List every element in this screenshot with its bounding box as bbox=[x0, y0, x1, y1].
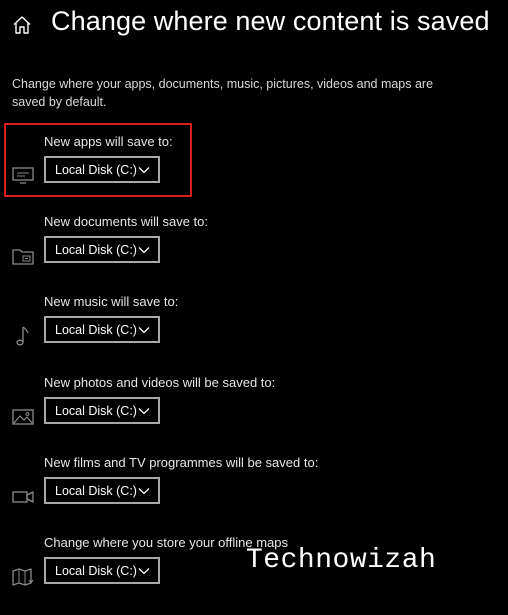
documents-location-dropdown[interactable]: Local Disk (C:) bbox=[44, 236, 160, 263]
watermark: Technowizah bbox=[246, 545, 437, 576]
chevron-down-icon bbox=[138, 327, 150, 334]
photo-icon bbox=[12, 409, 34, 425]
setting-music: New music will save to: Local Disk (C:) bbox=[0, 294, 508, 374]
photos-location-value: Local Disk (C:) bbox=[55, 404, 137, 418]
setting-films: New films and TV programmes will be save… bbox=[0, 455, 508, 535]
apps-location-dropdown[interactable]: Local Disk (C:) bbox=[44, 156, 160, 183]
setting-documents: New documents will save to: Local Disk (… bbox=[0, 214, 508, 294]
apps-location-value: Local Disk (C:) bbox=[55, 163, 137, 177]
home-icon[interactable] bbox=[11, 14, 33, 36]
music-location-dropdown[interactable]: Local Disk (C:) bbox=[44, 316, 160, 343]
music-note-icon bbox=[16, 326, 29, 346]
page-description: Change where your apps, documents, music… bbox=[12, 77, 434, 109]
maps-location-dropdown[interactable]: Local Disk (C:) bbox=[44, 557, 160, 584]
setting-music-label: New music will save to: bbox=[44, 294, 179, 309]
films-location-dropdown[interactable]: Local Disk (C:) bbox=[44, 477, 160, 504]
video-camera-icon bbox=[12, 491, 34, 503]
chevron-down-icon bbox=[138, 247, 150, 254]
chevron-down-icon bbox=[138, 167, 150, 174]
documents-location-value: Local Disk (C:) bbox=[55, 243, 137, 257]
chevron-down-icon bbox=[138, 488, 150, 495]
films-location-value: Local Disk (C:) bbox=[55, 484, 137, 498]
folder-icon bbox=[12, 249, 34, 265]
chevron-down-icon bbox=[138, 568, 150, 575]
map-icon bbox=[12, 568, 34, 586]
setting-photos: New photos and videos will be saved to: … bbox=[0, 375, 508, 455]
monitor-icon bbox=[12, 167, 34, 184]
setting-apps: New apps will save to: Local Disk (C:) bbox=[0, 134, 508, 214]
page-title: Change where new content is saved bbox=[51, 6, 490, 36]
page-header: Change where new content is saved bbox=[0, 0, 508, 50]
photos-location-dropdown[interactable]: Local Disk (C:) bbox=[44, 397, 160, 424]
setting-apps-label: New apps will save to: bbox=[44, 134, 173, 149]
setting-photos-label: New photos and videos will be saved to: bbox=[44, 375, 276, 390]
maps-location-value: Local Disk (C:) bbox=[55, 564, 137, 578]
setting-films-label: New films and TV programmes will be save… bbox=[44, 455, 319, 470]
chevron-down-icon bbox=[138, 408, 150, 415]
music-location-value: Local Disk (C:) bbox=[55, 323, 137, 337]
setting-documents-label: New documents will save to: bbox=[44, 214, 209, 229]
